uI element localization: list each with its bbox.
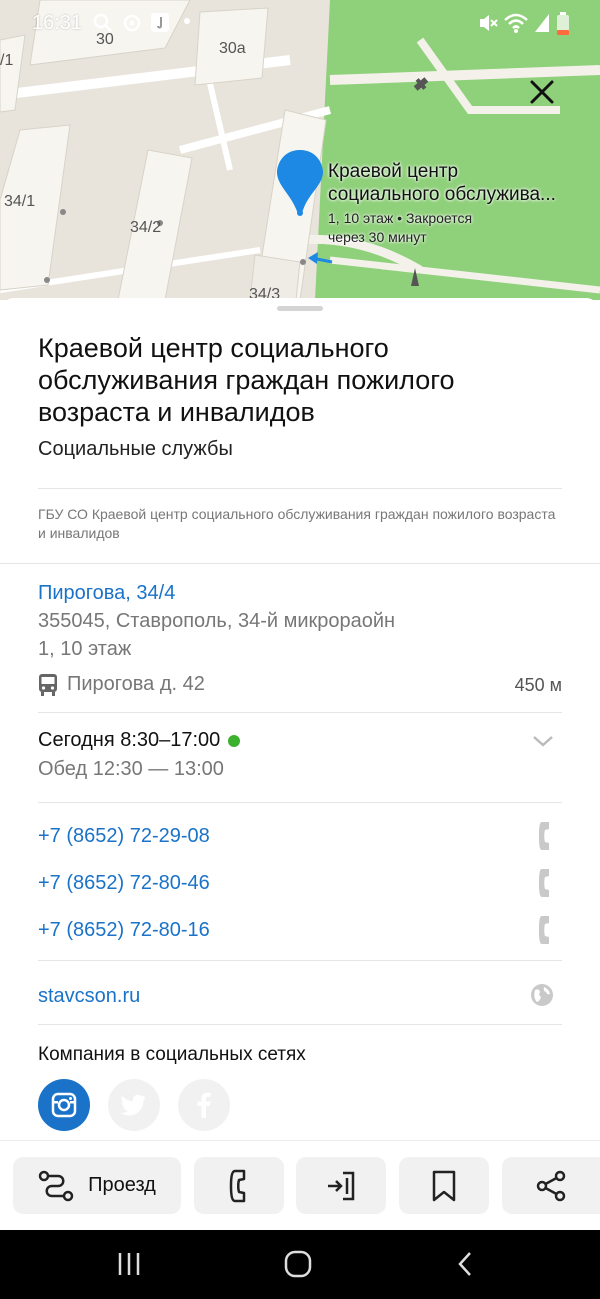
social-section-title: Компания в социальных сетях [38, 1044, 306, 1065]
phone-row[interactable]: +7 (8652) 72-80-16 [38, 915, 562, 947]
instagram-icon [51, 1092, 77, 1118]
system-nav-bar [0, 1230, 600, 1299]
hours-lunch: Обед 12:30 — 13:00 [38, 758, 224, 780]
place-card-sheet[interactable]: Краевой центр социального обслуживания г… [0, 298, 600, 1140]
battery-status-icon [557, 12, 569, 35]
website-link[interactable]: stavcson.ru [38, 985, 140, 1008]
route-button[interactable]: Проезд [13, 1157, 181, 1214]
sheet-grabber-handle[interactable] [277, 306, 323, 311]
wifi-status-icon [504, 13, 528, 33]
working-hours-row[interactable]: Сегодня 8:30–17:00 Обед 12:30 — 13:00 [38, 726, 562, 790]
open-status-dot [228, 735, 240, 747]
divider [38, 712, 562, 713]
phone-number[interactable]: +7 (8652) 72-80-46 [38, 872, 210, 895]
divider [38, 802, 562, 803]
chevron-down-icon[interactable] [532, 734, 554, 748]
map-view[interactable]: 30 30а /1 34/1 34/2 34/3 Краевой центр с… [0, 0, 600, 300]
address-link[interactable]: Пирогова, 34/4 [38, 582, 175, 605]
music-status-icon [151, 13, 169, 32]
close-icon [530, 80, 554, 104]
status-bar: 16:31 [0, 0, 600, 46]
pin-title: Краевой центр социального обслужива... [328, 161, 556, 205]
phone-icon[interactable] [538, 821, 552, 851]
twitter-button[interactable] [108, 1079, 160, 1131]
dot-status-icon [184, 18, 190, 24]
building-label: /1 [0, 52, 14, 69]
globe-icon [531, 984, 553, 1006]
phone-icon[interactable] [538, 915, 552, 945]
back-button[interactable] [456, 1250, 474, 1278]
status-time: 16:31 [32, 12, 83, 34]
instagram-button[interactable] [38, 1079, 90, 1131]
search-status-icon [93, 13, 112, 32]
call-button[interactable] [194, 1157, 284, 1214]
bus-icon [39, 674, 57, 696]
address-floor: 1, 10 этаж [38, 638, 132, 660]
place-title: Краевой центр социального обслуживания г… [38, 333, 455, 427]
transit-distance: 450 м [514, 675, 562, 695]
phone-number[interactable]: +7 (8652) 72-29-08 [38, 825, 210, 848]
phone-row[interactable]: +7 (8652) 72-80-46 [38, 868, 562, 900]
entrance-button[interactable] [296, 1157, 386, 1214]
bookmark-button[interactable] [399, 1157, 489, 1214]
building-label: 34/1 [4, 193, 36, 210]
home-button[interactable] [284, 1250, 312, 1278]
transit-row[interactable]: Пирогова д. 42 450 м [38, 670, 562, 700]
bookmark-icon [432, 1170, 456, 1201]
twitter-icon [121, 1094, 146, 1116]
facebook-button[interactable] [178, 1079, 230, 1131]
location-status-icon [123, 14, 141, 32]
close-button[interactable] [522, 72, 562, 112]
building-label: 34/2 [130, 219, 162, 236]
address-city: 355045, Ставрополь, 34-й микрораойн [38, 610, 396, 632]
phone-icon[interactable] [538, 868, 552, 898]
pin-subtitle: 1, 10 этаж • Закроется через 30 минут [328, 210, 473, 245]
website-row[interactable]: stavcson.ru [38, 982, 562, 1012]
place-category: Социальные службы [38, 438, 233, 460]
mute-status-icon [480, 15, 498, 31]
route-button-label: Проезд [88, 1174, 156, 1196]
phone-row[interactable]: +7 (8652) 72-29-08 [38, 821, 562, 853]
divider [38, 1024, 562, 1025]
transit-stop-name: Пирогова д. 42 [67, 673, 205, 695]
share-icon [536, 1170, 566, 1201]
route-icon [38, 1170, 74, 1201]
phone-number[interactable]: +7 (8652) 72-80-16 [38, 919, 210, 942]
facebook-icon [197, 1092, 211, 1118]
share-button[interactable] [502, 1157, 600, 1214]
divider [38, 960, 562, 961]
pin-callout[interactable]: Краевой центр социального обслужива... 1… [328, 160, 598, 247]
signal-status-icon [535, 14, 549, 32]
legal-name: ГБУ СО Краевой центр социального обслужи… [38, 506, 556, 541]
recent-apps-button[interactable] [116, 1250, 142, 1278]
phone-icon [229, 1169, 246, 1202]
entrance-icon [328, 1171, 355, 1200]
hours-today: Сегодня 8:30–17:00 [38, 729, 221, 751]
action-bar: Проезд [0, 1140, 600, 1230]
divider [0, 563, 600, 564]
divider [38, 488, 562, 489]
